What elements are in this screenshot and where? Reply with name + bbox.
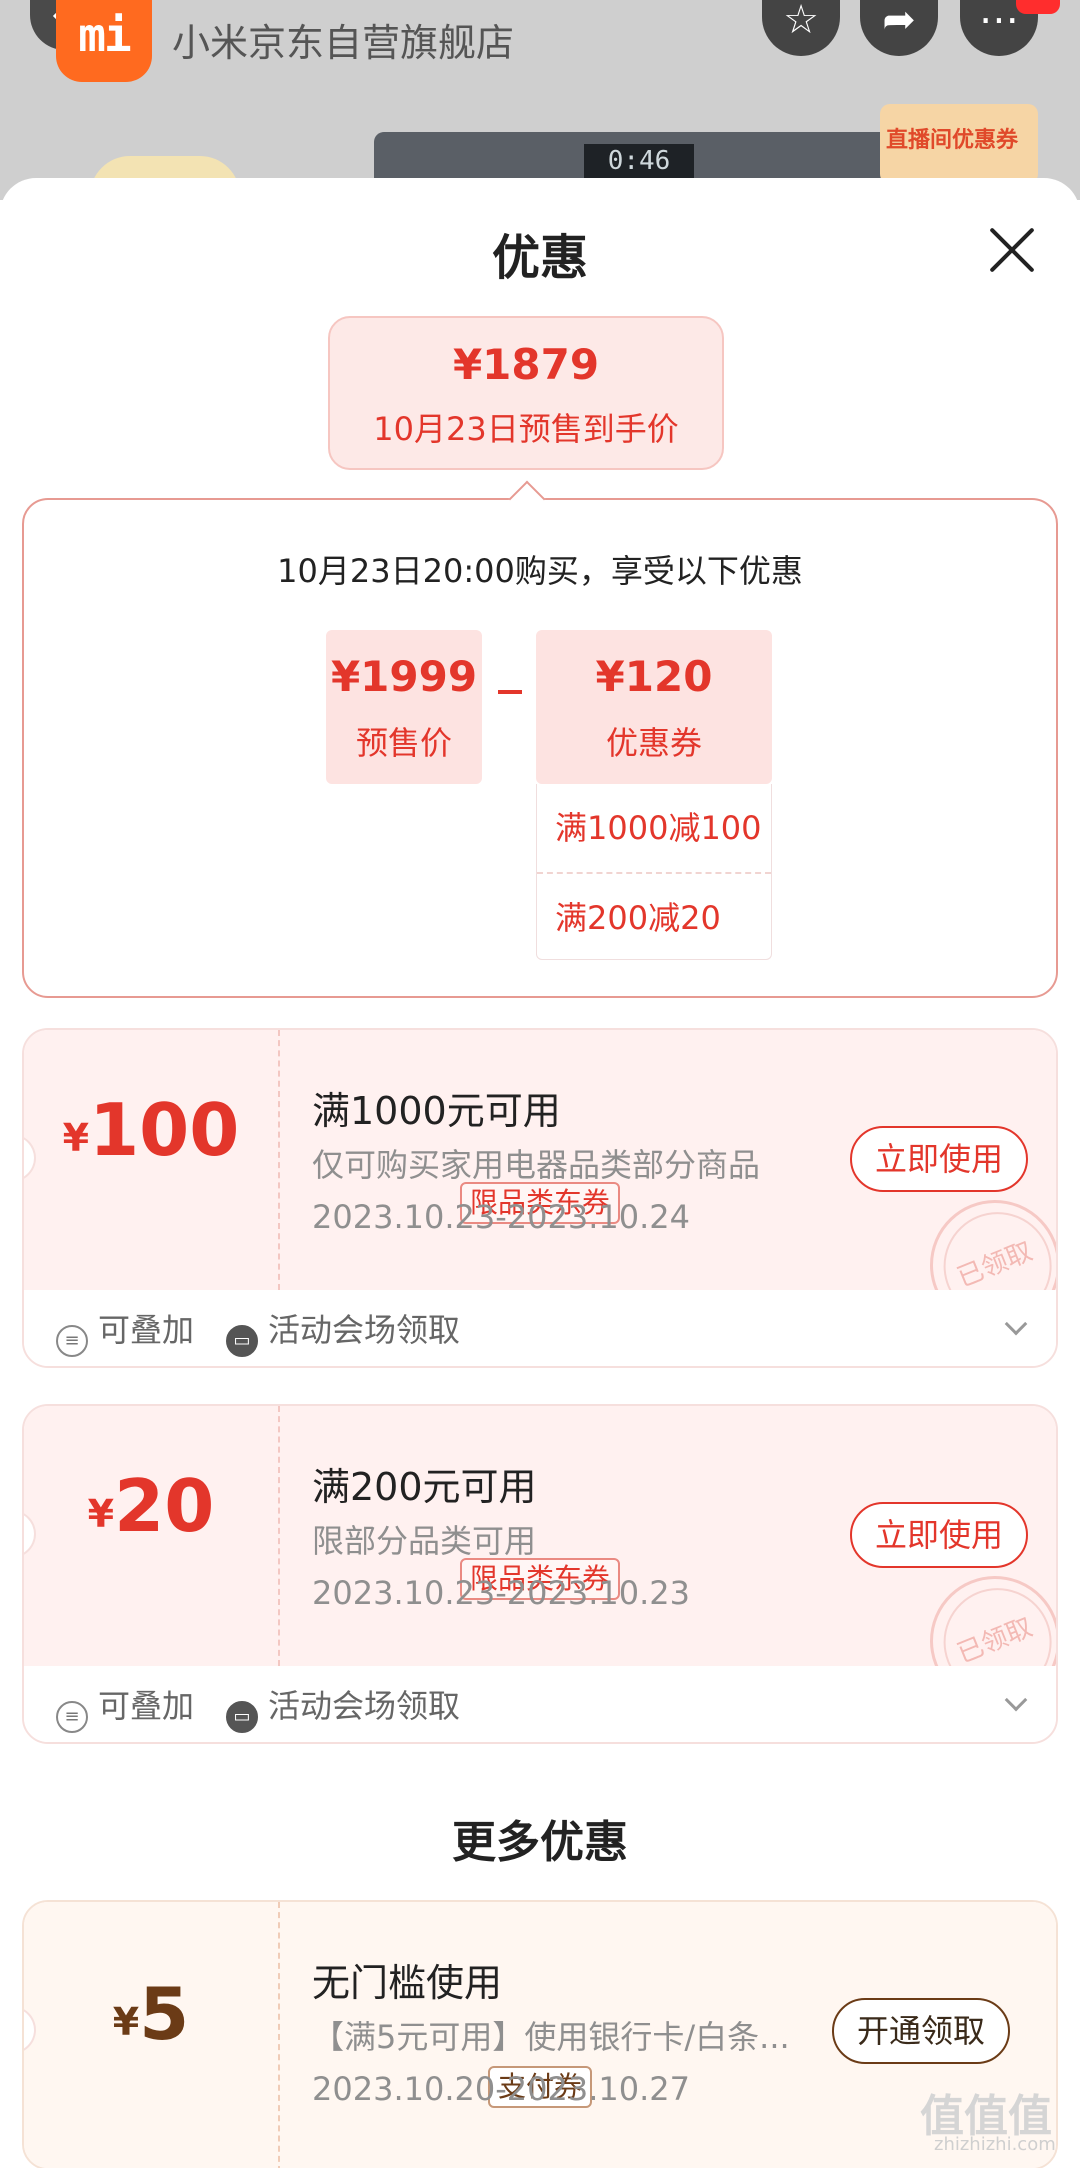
stackable-info: ≡ 可叠加 xyxy=(56,1290,195,1366)
live-coupon-label: 直播间优惠券 xyxy=(886,128,1019,153)
coupon-footer[interactable]: ≡ 可叠加 ▭ 活动会场领取 xyxy=(24,1290,1056,1366)
coupon-description: 【满5元可用】使用银行卡/白条... xyxy=(312,2018,790,2056)
coupon-discount-box: ¥120 优惠券 xyxy=(536,630,772,784)
discount-sheet: 优惠 ¥1879 10月23日预售到手价 10月23日20:00购买，享受以下优… xyxy=(0,178,1080,2168)
use-now-button[interactable]: 立即使用 xyxy=(850,1502,1028,1568)
coupon-rule: 满1000减100 xyxy=(555,809,762,847)
ticket-icon: ▭ xyxy=(226,1325,258,1357)
source-info: ▭ 活动会场领取 xyxy=(226,1666,461,1742)
stack-icon: ≡ xyxy=(56,1701,88,1733)
coupon-card: ¥100 限品类东券 满1000元可用 仅可购买家用电器品类部分商品 2023.… xyxy=(22,1028,1058,1368)
site-watermark-url: zhizhizhi.com xyxy=(934,2134,1056,2155)
coupon-body: ¥5 支付券 无门槛使用 【满5元可用】使用银行卡/白条... 2023.10.… xyxy=(24,1902,1056,2168)
share-icon[interactable]: ➦ xyxy=(860,0,938,56)
favorite-star-icon[interactable]: ☆ xyxy=(762,0,840,56)
coupon-currency: ¥ xyxy=(87,1492,115,1536)
coupon-divider xyxy=(278,1902,280,2168)
coupon-value: 100 xyxy=(89,1088,240,1172)
final-price: ¥1879 xyxy=(452,340,600,389)
presale-price-box: ¥1999 预售价 xyxy=(326,630,482,784)
sheet-title: 优惠 xyxy=(491,230,588,286)
stackable-info: ≡ 可叠加 xyxy=(56,1666,195,1742)
coupon-discount-label: 优惠券 xyxy=(605,724,702,762)
coupon-card: ¥20 限品类东券 满200元可用 限部分品类可用 2023.10.23-202… xyxy=(22,1404,1058,1744)
live-coupon-banner[interactable]: 直播间优惠券 xyxy=(880,104,1038,184)
stack-icon: ≡ xyxy=(56,1325,88,1357)
price-breakdown-panel: 10月23日20:00购买，享受以下优惠 ¥1999 预售价 ¥120 优惠券 … xyxy=(22,480,1058,998)
chevron-down-icon[interactable] xyxy=(1004,1312,1028,1336)
coupon-title: 满1000元可用 xyxy=(312,1089,561,1133)
coupon-validity: 2023.10.23-2023.10.24 xyxy=(312,1198,690,1236)
activate-claim-button[interactable]: 开通领取 xyxy=(832,1998,1010,2064)
use-now-button[interactable]: 立即使用 xyxy=(850,1126,1028,1192)
notification-badge xyxy=(1016,0,1060,14)
more-offers-title: 更多优惠 xyxy=(452,1817,628,1868)
presale-price: ¥1999 xyxy=(330,652,478,701)
coupon-rule-list: 满1000减100 满200减20 xyxy=(536,784,772,960)
close-icon[interactable] xyxy=(984,222,1040,278)
coupon-divider xyxy=(278,1030,280,1290)
product-display-readout: 0:46 xyxy=(584,144,694,178)
payment-coupon-card: ¥5 支付券 无门槛使用 【满5元可用】使用银行卡/白条... 2023.10.… xyxy=(22,1900,1058,2168)
coupon-currency: ¥ xyxy=(62,1116,90,1160)
stackable-label: 可叠加 xyxy=(98,1687,195,1725)
final-price-bubble: ¥1879 10月23日预售到手价 xyxy=(328,316,724,470)
coupon-amount: ¥100 xyxy=(24,1088,278,1172)
coupon-rule: 满200减20 xyxy=(537,872,771,960)
coupon-description: 仅可购买家用电器品类部分商品 xyxy=(312,1146,761,1184)
store-logo: mi xyxy=(56,0,152,82)
coupon-amount: ¥20 xyxy=(24,1464,278,1548)
coupon-validity: 2023.10.23-2023.10.23 xyxy=(312,1574,690,1612)
coupon-footer[interactable]: ≡ 可叠加 ▭ 活动会场领取 xyxy=(24,1666,1056,1742)
chevron-down-icon[interactable] xyxy=(1004,1688,1028,1712)
final-price-label: 10月23日预售到手价 xyxy=(373,410,679,448)
minus-sign xyxy=(498,690,522,694)
coupon-value: 5 xyxy=(139,1972,190,2056)
breakdown-heading: 10月23日20:00购买，享受以下优惠 xyxy=(277,552,803,590)
coupon-body: ¥20 限品类东券 满200元可用 限部分品类可用 2023.10.23-202… xyxy=(24,1406,1056,1726)
coupon-discount-value: ¥120 xyxy=(595,652,713,701)
ticket-icon: ▭ xyxy=(226,1701,258,1733)
coupon-value: 20 xyxy=(114,1464,215,1548)
presale-label: 预售价 xyxy=(355,724,452,762)
coupon-currency: ¥ xyxy=(112,2000,140,2044)
store-header-background: 0:46 直播间优惠券 mi 小米京东自营旗舰店 ☆ ➦ ⋯ xyxy=(0,0,1080,212)
coupon-description: 限部分品类可用 xyxy=(312,1522,537,1560)
coupon-title: 无门槛使用 xyxy=(312,1961,503,2005)
source-label: 活动会场领取 xyxy=(268,1687,461,1725)
coupon-amount: ¥5 xyxy=(24,1972,278,2056)
coupon-body: ¥100 限品类东券 满1000元可用 仅可购买家用电器品类部分商品 2023.… xyxy=(24,1030,1056,1350)
stackable-label: 可叠加 xyxy=(98,1311,195,1349)
source-info: ▭ 活动会场领取 xyxy=(226,1290,461,1366)
coupon-title: 满200元可用 xyxy=(312,1465,537,1509)
store-name[interactable]: 小米京东自营旗舰店 xyxy=(172,12,514,67)
source-label: 活动会场领取 xyxy=(268,1311,461,1349)
coupon-divider xyxy=(278,1406,280,1666)
coupon-validity: 2023.10.20-2023.10.27 xyxy=(312,2070,690,2108)
panel-pointer xyxy=(508,480,546,518)
